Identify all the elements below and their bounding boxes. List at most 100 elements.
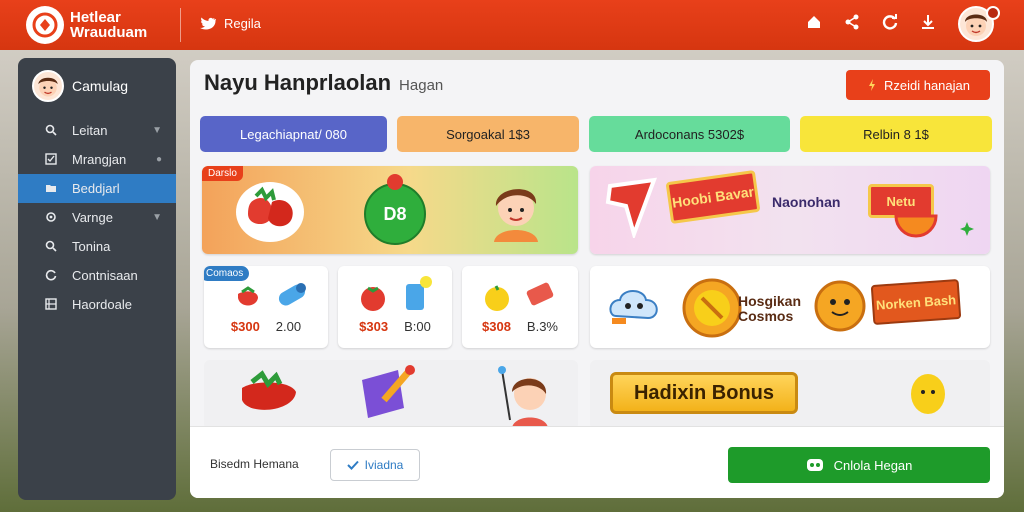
- stat-card-2[interactable]: Sorgoakal 1$3: [397, 116, 579, 152]
- sidebar-item-mrangjan[interactable]: Mrangjan ●: [18, 145, 176, 174]
- sidebar-item-leitan[interactable]: Leitan ▼: [18, 116, 176, 145]
- share-icon[interactable]: [842, 14, 862, 34]
- shop-item-card-1[interactable]: Comaos $300 2.00: [204, 266, 328, 348]
- stat-label: Legachiapnat/ 080: [240, 126, 347, 142]
- twitter-icon: [200, 17, 216, 30]
- download-icon[interactable]: [918, 14, 938, 34]
- footer-label: Bisedm Hemana: [210, 457, 299, 471]
- folder-icon: [44, 182, 58, 196]
- sidebar: Camulag Leitan ▼ Mrangjan ● Beddjarl Var…: [18, 58, 176, 500]
- item-amount: B.3%: [526, 319, 558, 334]
- game-controller-icon: [806, 459, 823, 471]
- page-title: Nayu Hanprlaolan: [204, 70, 392, 95]
- sidebar-item-label: Varnge: [72, 210, 113, 225]
- primary-cta-label: Cnlola Hegan: [833, 457, 913, 473]
- logo-icon: [26, 6, 64, 44]
- sidebar-item-beddjarl[interactable]: Beddjarl: [18, 174, 176, 203]
- roll-icon: [274, 278, 310, 317]
- refresh-icon[interactable]: [880, 14, 900, 34]
- sun-mascot-icon: [812, 278, 868, 339]
- brand-name: Hetlear Wrauduam: [70, 10, 147, 40]
- sidebar-item-haordoale[interactable]: Haordoale: [18, 290, 176, 319]
- item-amount: 2.00: [275, 319, 302, 334]
- orange-slice-icon: [892, 206, 940, 251]
- cloud-mascot-icon: [606, 282, 662, 337]
- sidebar-item-tonina[interactable]: Tonina: [18, 232, 176, 261]
- egg-mascot-icon: [908, 368, 948, 421]
- strawberry-icon: [234, 366, 304, 427]
- sidebar-item-varnge[interactable]: Varnge ▼: [18, 203, 176, 232]
- hoobi-sticker: Hoobi Bavar: [665, 169, 761, 225]
- chevron-down-icon: ▼: [152, 212, 162, 223]
- price-row: $300 2.00: [204, 319, 328, 334]
- naonohan-sticker: Naonohan: [772, 194, 841, 210]
- sidebar-item-label: Haordoale: [72, 297, 132, 312]
- bonus-banner[interactable]: Hadixin Bonus: [590, 360, 990, 430]
- tomato-icon: [358, 282, 388, 317]
- norken-sticker: Norken Bash: [870, 278, 962, 326]
- notification-dot: [986, 6, 1000, 20]
- shop-tag: Comaos: [204, 266, 250, 281]
- price-row: $303 B:00: [338, 319, 452, 334]
- reward-button-label: Rzeidi hanajan: [883, 77, 970, 93]
- star-sticker-icon: [604, 176, 660, 243]
- sun-badge-icon: [680, 276, 744, 345]
- item-price: $303: [359, 319, 389, 334]
- header-divider: [180, 8, 181, 42]
- confirm-toggle[interactable]: Iviadna: [330, 449, 420, 481]
- shop-item-card-2[interactable]: $303 B:00: [338, 266, 452, 348]
- primary-cta-button[interactable]: Cnlola Hegan: [728, 447, 990, 483]
- kid-avatar-icon: [488, 178, 544, 247]
- stat-card-4[interactable]: Relbin 8 1$: [800, 116, 992, 152]
- mascot-banner[interactable]: Hosgikan Cosmos Norken Bash: [590, 266, 990, 348]
- main-panel: Nayu Hanprlaolan Hagan Rzeidi hanajan Le…: [190, 60, 1004, 498]
- page-subtitle: Hagan: [399, 77, 444, 94]
- twitter-label: Regila: [224, 16, 261, 31]
- painter-kid-icon: [496, 364, 560, 430]
- art-banner[interactable]: [204, 360, 578, 430]
- item-price: $300: [230, 319, 260, 334]
- bonus-button[interactable]: Hadixin Bonus: [610, 372, 798, 414]
- spark-icon: [868, 79, 875, 91]
- sidebar-item-label: Contnisaan: [72, 268, 138, 283]
- sidebar-item-label: Leitan: [72, 123, 108, 138]
- sidebar-user[interactable]: Camulag: [32, 70, 128, 102]
- sidebar-user-name: Camulag: [72, 78, 129, 94]
- sidebar-item-label: Tonina: [72, 239, 111, 254]
- top-icon-group: [804, 14, 938, 34]
- stat-label: Ardoconans 5302$: [634, 126, 745, 142]
- twitter-link[interactable]: Regila: [200, 16, 261, 31]
- confirm-toggle-label: Iviadna: [364, 458, 404, 472]
- item-amount: B:00: [404, 319, 431, 334]
- stat-card-3[interactable]: Ardoconans 5302$: [589, 116, 790, 152]
- stat-label: Relbin 8 1$: [863, 126, 929, 142]
- stat-label: Sorgoakal 1$3: [446, 126, 530, 142]
- logo[interactable]: Hetlear Wrauduam: [26, 6, 147, 44]
- sidebar-item-label: Beddjarl: [72, 181, 120, 196]
- sidebar-menu: Leitan ▼ Mrangjan ● Beddjarl Varnge ▼ To…: [18, 116, 176, 319]
- refresh-icon: [44, 269, 58, 283]
- location-icon: [44, 211, 58, 225]
- sidebar-item-contnisaan[interactable]: Contnisaan: [18, 261, 176, 290]
- strawberry-icon: [234, 284, 262, 315]
- strawberry-icon: [234, 176, 306, 249]
- shop-item-card-3[interactable]: $308 B.3%: [462, 266, 578, 348]
- eraser-icon: [522, 280, 558, 315]
- paint-brush-icon: [354, 364, 418, 429]
- home-icon[interactable]: [804, 14, 824, 34]
- stat-bar: Legachiapnat/ 080 Sorgoakal 1$3 Ardocona…: [200, 116, 992, 152]
- footer-bar: Bisedm Hemana Iviadna Cnlola Hegan: [190, 426, 1004, 498]
- stat-card-1[interactable]: Legachiapnat/ 080: [200, 116, 387, 152]
- grid-icon: [44, 297, 58, 312]
- promo-badge-label: D8: [383, 204, 407, 224]
- page-header: Nayu Hanprlaolan Hagan: [204, 70, 443, 96]
- drink-icon: [400, 276, 432, 317]
- reward-button[interactable]: Rzeidi hanajan: [846, 70, 990, 100]
- sidebar-avatar: [32, 70, 64, 102]
- brand-line-1: Hetlear: [70, 9, 121, 26]
- dot-icon: ●: [155, 154, 162, 165]
- promo-banner[interactable]: Darslo D8: [202, 166, 578, 254]
- search-icon: [44, 124, 58, 138]
- sticker-banner[interactable]: Hoobi Bavar Naonohan Netu: [590, 166, 990, 254]
- item-price: $308: [482, 319, 511, 334]
